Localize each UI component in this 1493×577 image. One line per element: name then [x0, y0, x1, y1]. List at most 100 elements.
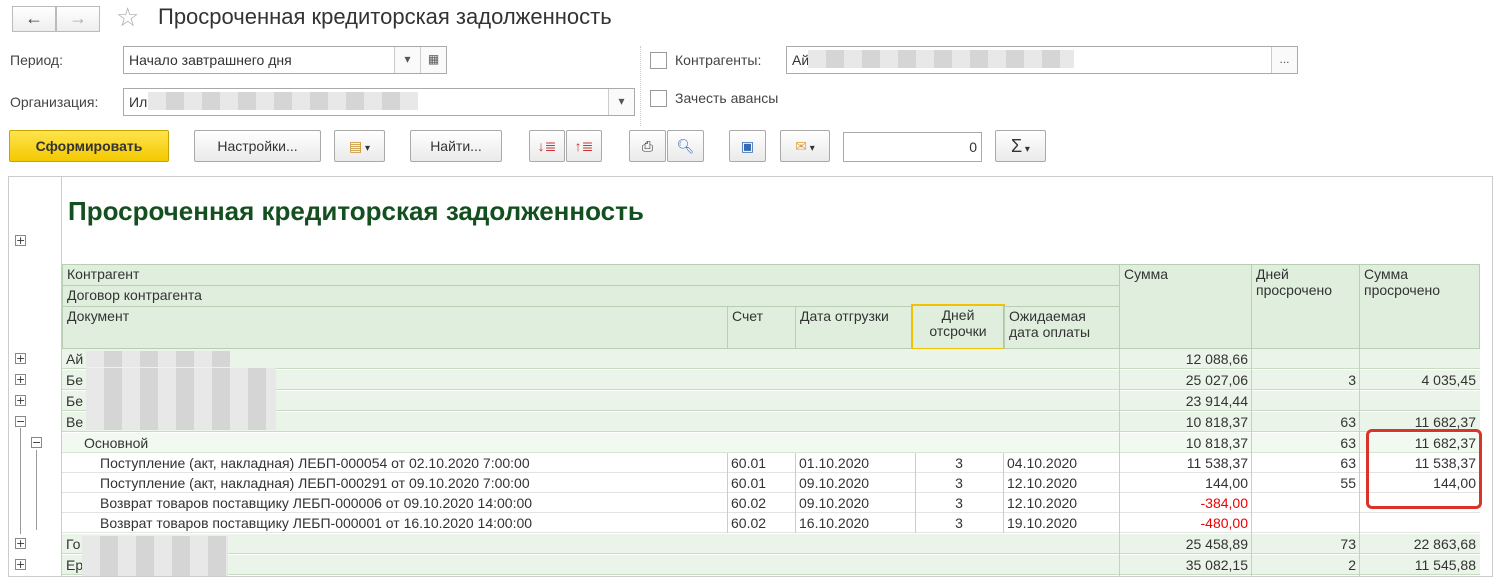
tree-line	[20, 428, 21, 534]
envelope-icon: ✉	[795, 138, 807, 154]
organization-value: Ил	[129, 94, 148, 110]
back-button[interactable]: ←	[12, 6, 56, 32]
row-sum: 10 818,37	[1185, 414, 1248, 430]
send-email-button[interactable]: ✉ ▾	[780, 130, 830, 162]
column-divider	[915, 453, 916, 533]
column-divider	[795, 453, 796, 533]
row-document: Возврат товаров поставщику ЛЕБП-000006 о…	[100, 495, 533, 511]
row-contract: Основной	[84, 435, 149, 451]
header-delay-days: Дней отсрочки	[911, 304, 1005, 350]
expand-row-icon[interactable]: +	[15, 374, 26, 385]
report-title: Просроченная кредиторская задолженность	[68, 196, 644, 226]
calendar-icon[interactable]: ▦	[420, 47, 446, 73]
column-divider	[1359, 349, 1360, 577]
row-sum: 10 818,37	[1185, 435, 1248, 451]
sum-value-field[interactable]: 0	[843, 132, 982, 162]
expand-all-icon[interactable]: +	[15, 235, 26, 246]
organization-dropdown-icon[interactable]: ▾	[608, 89, 634, 115]
row-ship-date: 09.10.2020	[799, 495, 870, 511]
row-expected-date: 12.10.2020	[1007, 495, 1078, 511]
row-sum: 12 088,66	[1185, 351, 1248, 367]
row-document: Возврат товаров поставщику ЛЕБП-000001 о…	[100, 515, 533, 531]
header-overdue-days: Дней просрочено	[1251, 264, 1360, 349]
row-account: 60.01	[731, 475, 767, 491]
settings-button[interactable]: Настройки...	[194, 130, 321, 162]
row-ship-date: 01.10.2020	[799, 455, 870, 471]
row-overdue-sum: 11 545,88	[1414, 557, 1476, 573]
highlight-frame	[1366, 429, 1482, 509]
favorite-star-icon[interactable]: ☆	[116, 2, 139, 33]
expand-row-icon[interactable]: +	[15, 395, 26, 406]
redacted-organization	[148, 92, 418, 110]
collapse-row-icon[interactable]: −	[15, 416, 26, 427]
row-expected-date: 12.10.2020	[1007, 475, 1078, 491]
contragents-label: Контрагенты:	[675, 52, 762, 68]
row-delay-days: 3	[955, 495, 963, 511]
print-preview-icon: 🔍︎	[676, 138, 695, 154]
row-overdue-days: 63	[1340, 414, 1356, 430]
row-account: 60.02	[731, 515, 767, 531]
floppy-disk-icon: ▣	[740, 138, 755, 154]
save-button[interactable]: ▣	[729, 130, 766, 162]
row-expected-date: 04.10.2020	[1007, 455, 1078, 471]
contragents-value: Ай	[792, 52, 810, 68]
row-sum: 25 458,89	[1185, 536, 1248, 552]
contragents-select-button[interactable]: ...	[1271, 47, 1297, 73]
column-divider	[1119, 349, 1120, 577]
preview-button[interactable]: 🔍︎	[667, 130, 704, 162]
window-title: Просроченная кредиторская задолженность	[158, 4, 612, 29]
row-overdue-sum: 22 863,68	[1413, 536, 1476, 552]
header-document: Документ	[62, 306, 728, 349]
variants-menu-button[interactable]: ▤ ▾	[334, 130, 385, 162]
header-account: Счет	[727, 306, 796, 349]
row-overdue-days: 63	[1340, 455, 1356, 471]
row-ship-date: 16.10.2020	[799, 515, 870, 531]
row-document: Поступление (акт, накладная) ЛЕБП-000291…	[100, 475, 530, 491]
organization-label: Организация:	[10, 94, 99, 110]
column-divider	[1251, 349, 1252, 577]
row-delay-days: 3	[955, 455, 963, 471]
row-account: 60.01	[731, 455, 767, 471]
printer-icon: ⎙	[641, 138, 654, 154]
header-expected-date: Ожидаемая дата оплаты	[1004, 306, 1120, 349]
expand-row-icon[interactable]: +	[15, 538, 26, 549]
row-sum: 25 027,06	[1185, 372, 1248, 388]
generate-button[interactable]: Сформировать	[9, 130, 169, 162]
table-row[interactable]	[62, 349, 1480, 369]
tree-line	[36, 450, 37, 530]
sort-descending-button[interactable]: ↑≣	[566, 130, 602, 162]
sort-ascending-icon: ↓≣	[537, 138, 557, 154]
row-overdue-days: 3	[1348, 372, 1356, 388]
expand-row-icon[interactable]: +	[15, 559, 26, 570]
header-sum: Сумма	[1119, 264, 1252, 349]
find-button[interactable]: Найти...	[410, 130, 502, 162]
vertical-divider	[640, 46, 641, 126]
sort-ascending-button[interactable]: ↓≣	[529, 130, 565, 162]
row-ship-date: 09.10.2020	[799, 475, 870, 491]
period-dropdown-icon[interactable]: ▾	[394, 47, 420, 73]
forward-button[interactable]: →	[56, 6, 100, 32]
period-value: Начало завтрашнего дня	[129, 52, 292, 68]
row-sum: 23 914,44	[1185, 393, 1248, 409]
sum-value: 0	[969, 139, 977, 155]
advance-label: Зачесть авансы	[675, 90, 779, 106]
sigma-icon: Σ	[1011, 136, 1023, 156]
sum-mode-button[interactable]: Σ ▾	[995, 130, 1046, 162]
row-overdue-sum: 4 035,45	[1421, 372, 1477, 388]
header-contragent: Контрагент	[62, 264, 1120, 286]
collapse-contract-icon[interactable]: −	[31, 437, 42, 448]
row-overdue-days: 2	[1348, 557, 1356, 573]
column-divider	[727, 453, 728, 533]
row-account: 60.02	[731, 495, 767, 511]
row-document: Поступление (акт, накладная) ЛЕБП-000054…	[100, 455, 530, 471]
row-sum-negative: -384,00	[1200, 495, 1248, 511]
contragents-checkbox[interactable]	[650, 52, 667, 69]
expand-row-icon[interactable]: +	[15, 353, 26, 364]
advance-checkbox[interactable]	[650, 90, 667, 107]
period-field[interactable]: Начало завтрашнего дня ▾ ▦	[123, 46, 447, 74]
print-button[interactable]: ⎙	[629, 130, 666, 162]
redacted-name	[82, 536, 228, 576]
row-sum-negative: -480,00	[1200, 515, 1248, 531]
row-delay-days: 3	[955, 515, 963, 531]
redacted-contragents	[808, 50, 1074, 68]
